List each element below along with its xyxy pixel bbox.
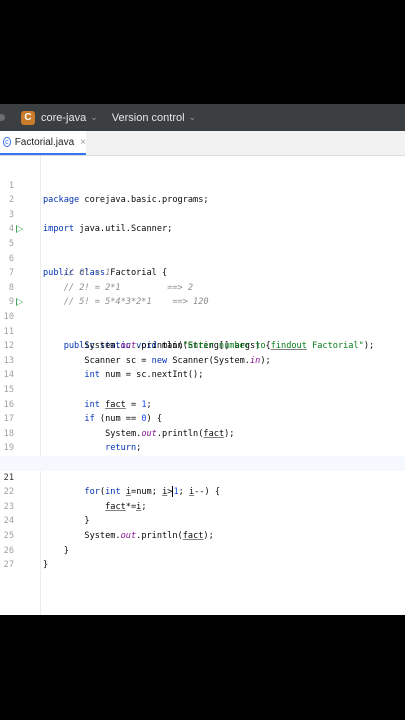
window-control-dot[interactable] xyxy=(0,114,5,121)
code-editor[interactable]: 1 package corejava.basic.programs; 2 3 i… xyxy=(0,156,405,615)
tab-filename: Factorial.java xyxy=(14,136,75,148)
code-line: 3 import java.util.Scanner; xyxy=(0,193,405,235)
code-line: 20 xyxy=(0,441,405,468)
tab-factorial-java[interactable]: c Factorial.java × xyxy=(0,131,86,155)
code-line: 17 System.out.println(fact); xyxy=(0,398,405,439)
project-name: core-java xyxy=(41,111,87,124)
code-line: 27 xyxy=(0,544,405,570)
code-line: 23 } xyxy=(0,485,405,527)
code-line: 5 public class Factorial { xyxy=(0,222,405,278)
chevron-down-icon: ⌄ xyxy=(188,112,197,122)
code-line: 13 int num = sc.nextInt(); xyxy=(0,339,405,381)
code-line: 22 fact*=i; xyxy=(0,471,405,512)
code-line-current: 21 for(int i=num; i>1; i--) { xyxy=(0,456,405,498)
code-line: 1 package corejava.basic.programs; xyxy=(0,164,405,206)
code-line: 14 xyxy=(0,354,405,380)
ide-window: C core-java ⌄ Version control ⌄ c Factor… xyxy=(0,104,405,615)
code-line: 9 xyxy=(0,281,405,307)
code-line: 25 } xyxy=(0,514,405,556)
code-line: 8 // 5! = 5*4*3*2*1 ==> 120 xyxy=(0,266,405,308)
code-line: 15 int fact = 1; xyxy=(0,368,405,410)
line-number: 27 xyxy=(3,560,14,571)
version-control-menu[interactable]: Version control ⌄ xyxy=(112,112,196,124)
run-icon[interactable] xyxy=(16,225,23,234)
chevron-down-icon: ⌄ xyxy=(90,112,98,122)
project-selector[interactable]: C core-java ⌄ xyxy=(21,110,98,125)
code-line: 12 Scanner sc = new Scanner(System.in); xyxy=(0,325,405,366)
run-icon[interactable] xyxy=(16,298,23,307)
project-badge-icon: C xyxy=(21,110,35,125)
code-line: 6 // 0! = 1 xyxy=(0,237,405,279)
code-line: 11 System.out.println("Enter number to f… xyxy=(0,310,405,352)
code-line: 4 xyxy=(0,208,405,234)
code-line: 16 if (num == 0) { xyxy=(0,383,405,425)
close-icon[interactable]: × xyxy=(80,137,86,148)
editor-tab-bar: c Factorial.java × xyxy=(0,131,405,156)
code-line: 26 } xyxy=(0,529,405,571)
code-line: 2 xyxy=(0,179,405,205)
code-line: 18 return; xyxy=(0,412,405,454)
code-line: 7 // 2! = 2*1 ==> 2 xyxy=(0,252,405,293)
code-line: 24 System.out.println(fact); xyxy=(0,500,405,541)
code-line: 10 public static void main(String[] args… xyxy=(0,295,405,351)
main-toolbar: C core-java ⌄ Version control ⌄ xyxy=(0,104,405,131)
version-control-label: Version control xyxy=(111,111,185,124)
code-line: 19 } xyxy=(0,427,405,468)
java-class-icon: c xyxy=(3,137,11,147)
code-text: } xyxy=(43,560,49,571)
